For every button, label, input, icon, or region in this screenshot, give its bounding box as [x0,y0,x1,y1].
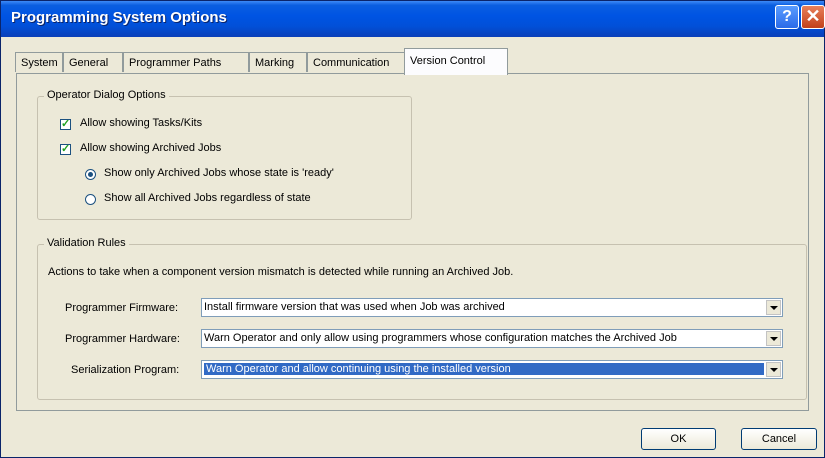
tab-communication[interactable]: Communication [307,52,405,72]
tab-general[interactable]: General [63,52,123,72]
validation-rules-group: Validation Rules Actions to take when a … [37,237,807,400]
title-bar[interactable]: Programming System Options ? ✕ [1,1,825,37]
programmer-firmware-select[interactable]: Install firmware version that was used w… [201,298,783,317]
ok-button[interactable]: OK [641,428,716,450]
allow-tasks-label: Allow showing Tasks/Kits [80,117,203,129]
chevron-down-icon[interactable] [766,362,781,377]
help-button[interactable]: ? [775,5,799,29]
close-icon: ✕ [805,6,821,26]
programmer-hardware-value: Warn Operator and only allow using progr… [204,332,677,344]
cancel-button[interactable]: Cancel [741,428,817,450]
programmer-hardware-select[interactable]: Warn Operator and only allow using progr… [201,329,783,348]
validation-description: Actions to take when a component version… [48,266,514,278]
tab-panel-version-control: Operator Dialog Options Allow showing Ta… [16,73,809,411]
tab-programmer-paths[interactable]: Programmer Paths [123,52,249,72]
allow-archived-label: Allow showing Archived Jobs [80,142,222,154]
window-title: Programming System Options [11,9,227,26]
serialization-program-value: Warn Operator and allow continuing using… [204,363,764,375]
dialog-window: Programming System Options ? ✕ System Ge… [0,0,825,458]
allow-tasks-checkbox[interactable] [60,117,71,130]
programmer-firmware-value: Install firmware version that was used w… [204,301,505,313]
tab-system[interactable]: System [15,52,63,72]
group-title: Operator Dialog Options [44,89,169,101]
show-ready-label: Show only Archived Jobs whose state is '… [104,167,334,179]
chevron-down-icon[interactable] [766,300,781,315]
tab-version-control[interactable]: Version Control [404,48,508,75]
operator-dialog-options-group: Operator Dialog Options Allow showing Ta… [37,89,412,220]
show-all-radio[interactable] [85,194,96,205]
show-all-label: Show all Archived Jobs regardless of sta… [104,192,311,204]
help-icon: ? [782,8,792,25]
show-ready-radio[interactable] [85,169,96,180]
group-title: Validation Rules [44,237,129,249]
serialization-program-select[interactable]: Warn Operator and allow continuing using… [201,360,783,379]
close-button[interactable]: ✕ [801,5,825,29]
chevron-down-icon[interactable] [766,331,781,346]
programmer-hardware-label: Programmer Hardware: [65,333,180,345]
serialization-program-label: Serialization Program: [71,364,180,376]
allow-archived-checkbox[interactable] [60,142,71,155]
tab-marking[interactable]: Marking [249,52,307,72]
programmer-firmware-label: Programmer Firmware: [65,302,179,314]
